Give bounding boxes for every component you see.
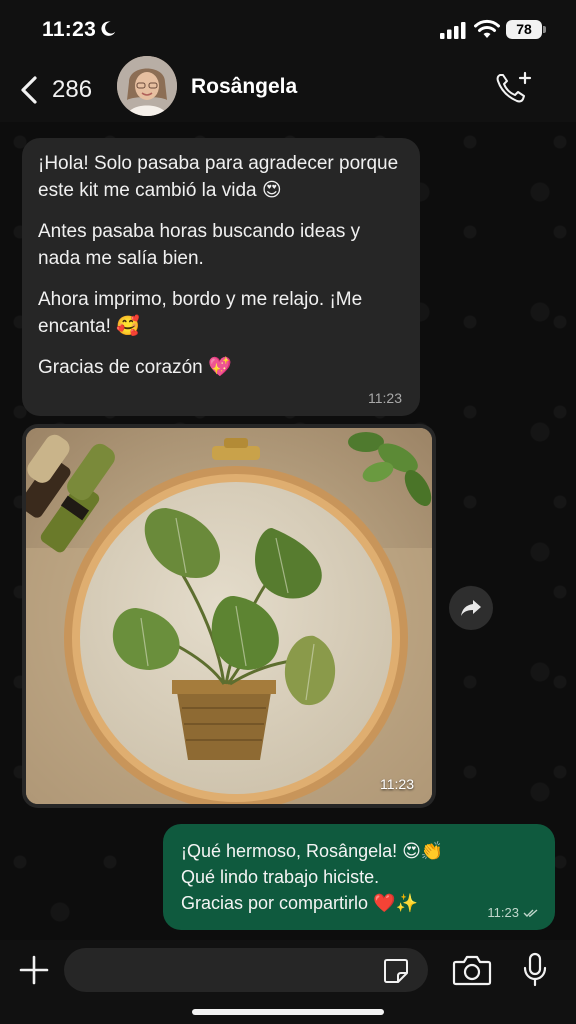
contact-name[interactable]: Rosângela bbox=[191, 75, 297, 99]
avatar[interactable] bbox=[117, 56, 177, 116]
wifi-icon bbox=[474, 19, 500, 38]
camera-icon[interactable] bbox=[452, 954, 492, 986]
chat-area[interactable]: ¡Hola! Solo pasaba para agradecer porque… bbox=[0, 122, 576, 940]
image-time: 11:23 bbox=[380, 776, 414, 792]
input-bar bbox=[0, 940, 576, 1024]
message-paragraph: Antes pasaba horas buscando ideas y nada… bbox=[38, 221, 361, 269]
message-input[interactable] bbox=[64, 948, 428, 992]
message-line: ¡Qué hermoso, Rosângela! 😍👏 bbox=[181, 841, 444, 861]
back-chevron-icon bbox=[21, 76, 37, 104]
status-bar: 11:23 78 bbox=[0, 0, 576, 58]
embroidery-hoop-image bbox=[26, 428, 432, 804]
double-check-icon bbox=[523, 908, 538, 917]
message-paragraph: ¡Hola! Solo pasaba para agradecer porque… bbox=[38, 153, 399, 201]
forward-icon bbox=[461, 600, 481, 616]
forward-button[interactable] bbox=[449, 586, 493, 630]
battery-icon: 78 bbox=[506, 20, 546, 39]
back-button[interactable]: 286 bbox=[14, 68, 100, 112]
embroidery-photo[interactable]: 11:23 bbox=[26, 428, 432, 804]
home-indicator bbox=[192, 1009, 384, 1015]
message-paragraph: Ahora imprimo, bordo y me relajo. ¡Me en… bbox=[38, 289, 363, 337]
moon-icon bbox=[101, 21, 116, 36]
outgoing-message[interactable]: ¡Qué hermoso, Rosângela! 😍👏 Qué lindo tr… bbox=[163, 824, 555, 930]
message-line: Qué lindo trabajo hiciste. bbox=[181, 867, 380, 887]
chat-header: 286 Rosângela bbox=[0, 56, 576, 122]
message-meta: 11:23 bbox=[487, 905, 539, 920]
signal-icon bbox=[440, 22, 466, 39]
message-time: 11:23 bbox=[487, 905, 519, 920]
mic-icon[interactable] bbox=[522, 952, 548, 988]
incoming-message[interactable]: ¡Hola! Solo pasaba para agradecer porque… bbox=[22, 138, 420, 416]
image-message[interactable]: 11:23 bbox=[22, 424, 436, 808]
status-time: 11:23 bbox=[42, 18, 97, 41]
message-time: 11:23 bbox=[368, 390, 402, 406]
plus-icon[interactable] bbox=[18, 954, 50, 986]
message-paragraph: Gracias de corazón 💖 bbox=[38, 357, 232, 378]
sticker-icon[interactable] bbox=[382, 957, 410, 985]
unread-count: 286 bbox=[52, 76, 93, 103]
add-call-icon[interactable] bbox=[494, 70, 534, 106]
avatar-portrait-icon bbox=[117, 56, 177, 116]
message-line: Gracias por compartirlo ❤️✨ bbox=[181, 893, 418, 913]
